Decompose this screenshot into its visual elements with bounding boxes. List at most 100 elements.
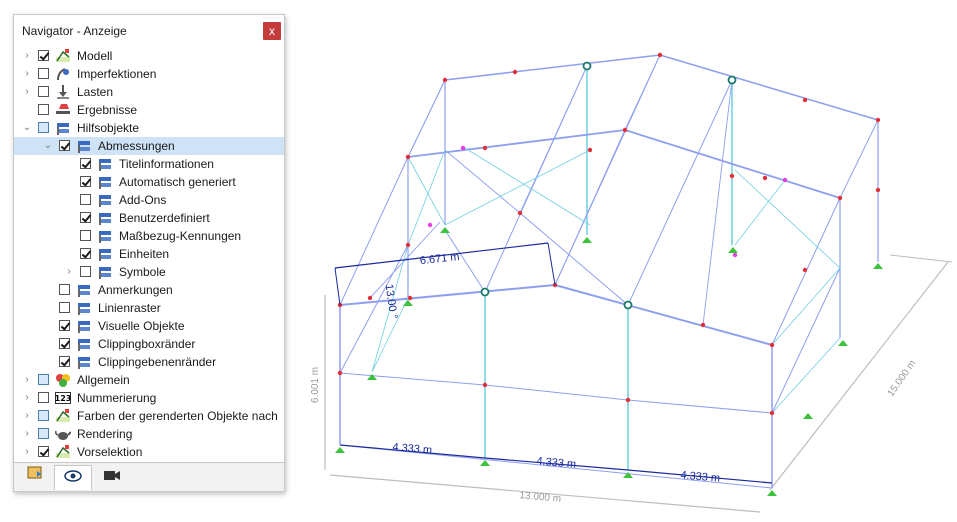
chevron-right-icon[interactable]: ›	[22, 443, 32, 461]
tree-item-checkbox[interactable]	[80, 230, 91, 241]
support-icon	[873, 263, 883, 269]
tree-item[interactable]: Add-Ons	[14, 191, 284, 209]
tree-item-checkbox[interactable]	[38, 122, 49, 133]
dimension-label: 4.333 m	[680, 469, 721, 484]
tree-item-checkbox[interactable]	[38, 392, 49, 403]
chevron-right-icon[interactable]: ›	[22, 371, 32, 389]
tree-item[interactable]: › Vorselektion	[14, 443, 284, 461]
tree-item[interactable]: Clippingebenenränder	[14, 353, 284, 371]
tree-item-label: Linienraster	[98, 301, 161, 315]
node-marker	[587, 147, 593, 153]
tree-item[interactable]: Maßbezug-Kennungen	[14, 227, 284, 245]
chevron-down-icon[interactable]: ⌄	[22, 119, 32, 137]
chevron-right-icon[interactable]: ›	[22, 407, 32, 425]
tree-item[interactable]: Visuelle Objekte	[14, 317, 284, 335]
tree-item-label: Symbole	[119, 265, 166, 279]
tree-item[interactable]: › Farben der gerenderten Objekte nach	[14, 407, 284, 425]
tree-item[interactable]: ⌄ Abmessungen	[14, 137, 284, 155]
member-line	[444, 149, 521, 214]
support-icon	[728, 247, 738, 253]
eye-icon	[64, 470, 82, 482]
auxiliary-object-icon	[76, 336, 92, 352]
node-marker	[732, 252, 738, 258]
tree-item[interactable]: › Lasten	[14, 83, 284, 101]
tree-item[interactable]: › Modell	[14, 47, 284, 65]
tree-item-label: Vorselektion	[77, 445, 143, 459]
tree-item-checkbox[interactable]	[59, 338, 70, 349]
tree-item-checkbox[interactable]	[38, 410, 49, 421]
tree-item-checkbox[interactable]	[38, 104, 49, 115]
tree-item-checkbox[interactable]	[80, 248, 91, 259]
chevron-right-icon[interactable]: ›	[64, 263, 74, 281]
tree-item-label: Benutzerdefiniert	[119, 211, 210, 225]
teapot-icon	[55, 426, 72, 442]
tree-item[interactable]: › Allgemein	[14, 371, 284, 389]
tree-item-checkbox[interactable]	[59, 302, 70, 313]
support-icon	[838, 340, 848, 346]
tree-item-label: Titelinformationen	[119, 157, 214, 171]
tree-item[interactable]: › Rendering	[14, 425, 284, 443]
tree-item-checkbox[interactable]	[59, 320, 70, 331]
view-tab[interactable]	[54, 465, 92, 490]
auxiliary-object-icon	[97, 192, 113, 208]
tree-item-checkbox[interactable]	[38, 446, 49, 457]
node-marker	[837, 195, 843, 201]
tree-item-checkbox[interactable]	[38, 374, 49, 385]
tree-item-checkbox[interactable]	[80, 176, 91, 187]
node-marker	[802, 97, 808, 103]
chevron-right-icon[interactable]: ›	[22, 83, 32, 101]
tree-item-checkbox[interactable]	[59, 356, 70, 367]
tree-item-label: Rendering	[77, 427, 133, 441]
node-marker	[762, 175, 768, 181]
tree-item-label: Nummerierung	[77, 391, 157, 405]
tree-item-checkbox[interactable]	[80, 212, 91, 223]
tree-item[interactable]: › Imperfektionen	[14, 65, 284, 83]
model-viewport[interactable]: 4.333 m 4.333 m 4.333 m 6.671 m 13.00 ° 13.00…	[300, 0, 957, 522]
tree-item[interactable]: › 123 Nummerierung	[14, 389, 284, 407]
tree-item-label: Visuelle Objekte	[98, 319, 185, 333]
tree-item-checkbox[interactable]	[80, 194, 91, 205]
auxiliary-object-icon	[55, 120, 71, 136]
tree-item-checkbox[interactable]	[59, 140, 70, 151]
tree-item-checkbox[interactable]	[38, 428, 49, 439]
tree-item[interactable]: Linienraster	[14, 299, 284, 317]
chevron-right-icon[interactable]: ›	[22, 389, 32, 407]
node-marker	[625, 397, 631, 403]
tree-item[interactable]: Ergebnisse	[14, 101, 284, 119]
video-tab[interactable]	[94, 465, 130, 489]
tree-item[interactable]: Titelinformationen	[14, 155, 284, 173]
tree-item[interactable]: Clippingboxränder	[14, 335, 284, 353]
tree-item[interactable]: › Symbole	[14, 263, 284, 281]
tree-item-checkbox[interactable]	[80, 158, 91, 169]
tree-item[interactable]: Anmerkungen	[14, 281, 284, 299]
dimension-label: 13.000 m	[519, 490, 562, 505]
tree-item-checkbox[interactable]	[38, 86, 49, 97]
tree-item[interactable]: Benutzerdefiniert	[14, 209, 284, 227]
tree-item-checkbox[interactable]	[59, 284, 70, 295]
member-line	[771, 337, 841, 414]
chevron-right-icon[interactable]: ›	[22, 425, 32, 443]
navigator-titlebar: Navigator - Anzeige x	[14, 15, 284, 47]
tree-item[interactable]: Einheiten	[14, 245, 284, 263]
tree-item[interactable]: ⌄ Hilfsobjekte	[14, 119, 284, 137]
result-icon	[55, 102, 71, 118]
node-marker	[875, 117, 881, 123]
close-button[interactable]: x	[263, 22, 281, 40]
chevron-down-icon[interactable]: ⌄	[43, 137, 53, 155]
chevron-right-icon[interactable]: ›	[22, 65, 32, 83]
node-marker	[769, 342, 775, 348]
data-tab[interactable]	[18, 465, 54, 489]
tree-item-label: Clippingebenenränder	[98, 355, 217, 369]
auxiliary-object-icon	[76, 282, 92, 298]
tree-item-checkbox[interactable]	[38, 50, 49, 61]
tree-item[interactable]: Automatisch generiert	[14, 173, 284, 191]
tree-item-checkbox[interactable]	[80, 266, 91, 277]
node-marker	[442, 77, 448, 83]
member-line	[444, 54, 661, 81]
model-icon	[55, 444, 71, 460]
auxiliary-object-icon	[76, 354, 92, 370]
member-line	[407, 129, 626, 158]
chevron-right-icon[interactable]: ›	[22, 47, 32, 65]
node-marker	[875, 187, 881, 193]
tree-item-checkbox[interactable]	[38, 68, 49, 79]
